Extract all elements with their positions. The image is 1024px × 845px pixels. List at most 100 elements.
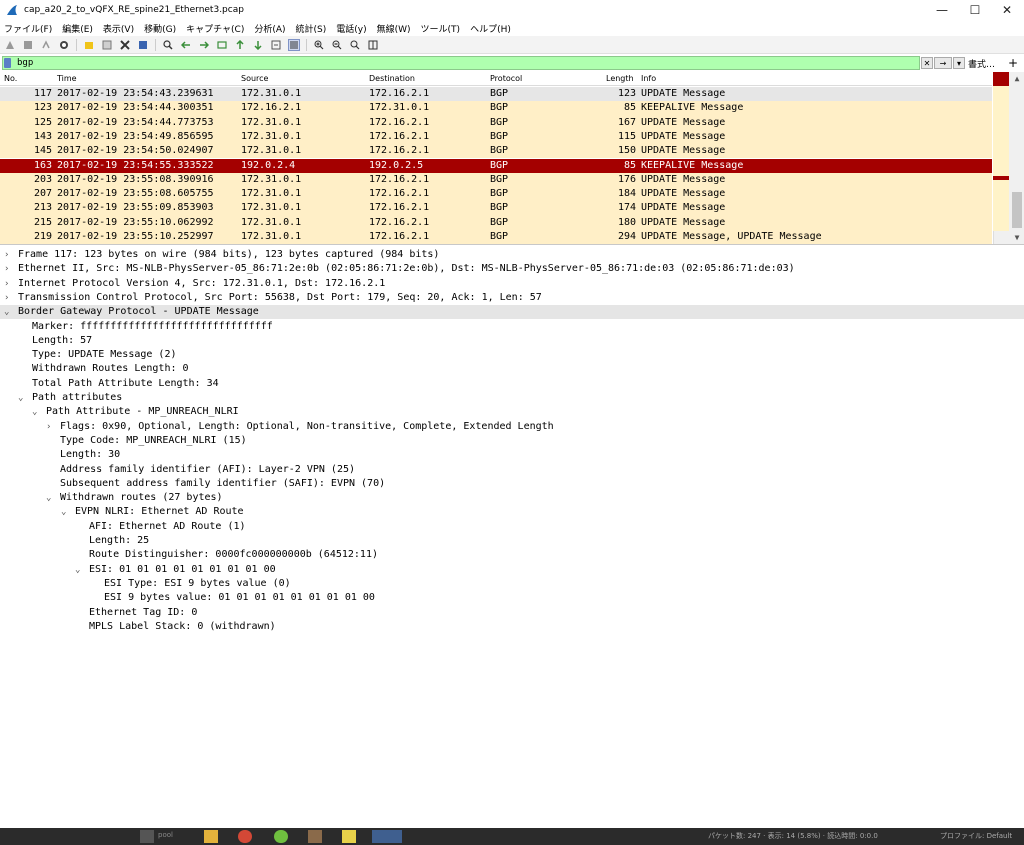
colorize-icon[interactable] xyxy=(288,38,300,51)
detail-tree-item[interactable]: MPLS Label Stack: 0 (withdrawn) xyxy=(0,620,1024,634)
stop-capture-icon[interactable] xyxy=(22,39,34,51)
close-file-icon[interactable] xyxy=(119,39,131,51)
detail-tree-item[interactable]: Route Distinguisher: 0000fc000000000b (6… xyxy=(0,548,1024,562)
app-yellow-icon[interactable] xyxy=(342,830,356,843)
filter-bookmark-icon[interactable] xyxy=(4,58,11,68)
column-header-source[interactable]: Source xyxy=(241,74,268,83)
detail-tree-item[interactable]: ⌄ Path Attribute - MP_UNREACH_NLRI xyxy=(0,405,1024,419)
detail-tree-item[interactable]: ⌄ Withdrawn routes (27 bytes) xyxy=(0,491,1024,505)
column-header-destination[interactable]: Destination xyxy=(369,74,415,83)
restart-capture-icon[interactable] xyxy=(40,39,52,51)
column-header-info[interactable]: Info xyxy=(641,74,656,83)
browser-icon[interactable] xyxy=(238,830,252,843)
menu-view[interactable]: 表示(V) xyxy=(103,22,134,35)
detail-tree-item[interactable]: AFI: Ethernet AD Route (1) xyxy=(0,520,1024,534)
close-button[interactable]: ✕ xyxy=(990,0,1024,20)
save-file-icon[interactable] xyxy=(101,39,113,51)
expand-arrow-icon[interactable]: › xyxy=(46,420,56,434)
packet-row[interactable]: 145 2017-02-19 23:54:50.024907 172.31.0.… xyxy=(0,144,992,159)
packet-row[interactable]: 213 2017-02-19 23:55:09.853903 172.31.0.… xyxy=(0,201,992,216)
resize-columns-icon[interactable] xyxy=(367,39,379,51)
maximize-button[interactable]: ☐ xyxy=(958,0,992,20)
last-packet-icon[interactable] xyxy=(252,39,264,51)
clear-filter-icon[interactable]: ✕ xyxy=(921,57,933,69)
menu-analyze[interactable]: 分析(A) xyxy=(254,22,285,35)
go-to-packet-icon[interactable] xyxy=(216,39,228,51)
detail-tree-item[interactable]: › Internet Protocol Version 4, Src: 172.3… xyxy=(0,277,1024,291)
detail-tree-item[interactable]: Address family identifier (AFI): Layer-2… xyxy=(0,463,1024,477)
detail-tree-item[interactable]: Withdrawn Routes Length: 0 xyxy=(0,362,1024,376)
packet-row[interactable]: 207 2017-02-19 23:55:08.605755 172.31.0.… xyxy=(0,187,992,202)
expand-arrow-icon[interactable]: › xyxy=(4,277,14,291)
collapse-arrow-icon[interactable]: ⌄ xyxy=(46,491,56,505)
packet-row[interactable]: 143 2017-02-19 23:54:49.856595 172.31.0.… xyxy=(0,129,992,145)
detail-tree-item[interactable]: › Ethernet II, Src: MS-NLB-PhysServer-05_… xyxy=(0,262,1024,276)
column-header-no[interactable]: No. xyxy=(4,74,17,83)
first-packet-icon[interactable] xyxy=(234,39,246,51)
collapse-arrow-icon[interactable]: ⌄ xyxy=(4,305,14,319)
display-filter-input[interactable]: bgp xyxy=(2,56,920,70)
zoom-out-icon[interactable] xyxy=(331,39,343,51)
capture-options-icon[interactable] xyxy=(58,39,70,51)
detail-tree-item[interactable]: Subsequent address family identifier (SA… xyxy=(0,477,1024,491)
column-header-time[interactable]: Time xyxy=(57,74,77,83)
menu-edit[interactable]: 編集(E) xyxy=(62,22,93,35)
menu-wireless[interactable]: 無線(W) xyxy=(377,22,411,35)
detail-tree-item[interactable]: Length: 25 xyxy=(0,534,1024,548)
detail-tree-item[interactable]: Type Code: MP_UNREACH_NLRI (15) xyxy=(0,434,1024,448)
detail-tree-item[interactable]: › Transmission Control Protocol, Src Port… xyxy=(0,291,1024,305)
app-green-icon[interactable] xyxy=(274,830,288,843)
detail-tree-item[interactable]: Total Path Attribute Length: 34 xyxy=(0,377,1024,391)
menu-tools[interactable]: ツール(T) xyxy=(421,22,461,35)
detail-tree-item[interactable]: ⌄ ESI: 01 01 01 01 01 01 01 01 00 xyxy=(0,563,1024,577)
open-file-icon[interactable] xyxy=(83,39,95,51)
apply-filter-icon[interactable]: → xyxy=(934,57,952,69)
add-filter-button[interactable]: + xyxy=(1008,56,1018,70)
detail-tree-item[interactable]: Type: UPDATE Message (2) xyxy=(0,348,1024,362)
go-back-icon[interactable] xyxy=(180,39,192,51)
detail-tree-item[interactable]: ESI Type: ESI 9 bytes value (0) xyxy=(0,577,1024,591)
column-header-length[interactable]: Length xyxy=(606,74,634,83)
menu-capture[interactable]: キャプチャ(C) xyxy=(186,22,244,35)
menu-help[interactable]: ヘルプ(H) xyxy=(470,22,511,35)
menu-statistics[interactable]: 統計(S) xyxy=(296,22,327,35)
go-forward-icon[interactable] xyxy=(198,39,210,51)
zoom-in-icon[interactable] xyxy=(313,39,325,51)
detail-tree-item[interactable]: ⌄ Border Gateway Protocol - UPDATE Messag… xyxy=(0,305,1024,320)
packet-row[interactable]: 219 2017-02-19 23:55:10.252997 172.31.0.… xyxy=(0,230,992,244)
filter-expression-button[interactable]: 書式… xyxy=(968,57,995,70)
expand-arrow-icon[interactable]: › xyxy=(4,262,14,276)
collapse-arrow-icon[interactable]: ⌄ xyxy=(75,563,85,577)
detail-tree-item[interactable]: Marker: ffffffffffffffffffffffffffffffff xyxy=(0,320,1024,334)
app-brown-icon[interactable] xyxy=(308,830,322,843)
zoom-reset-icon[interactable] xyxy=(349,39,361,51)
detail-tree-item[interactable]: Length: 30 xyxy=(0,448,1024,462)
detail-tree-item[interactable]: ⌄ EVPN NLRI: Ethernet AD Route xyxy=(0,505,1024,519)
start-capture-icon[interactable] xyxy=(4,39,16,51)
reload-file-icon[interactable] xyxy=(137,39,149,51)
detail-tree-item[interactable]: ESI 9 bytes value: 01 01 01 01 01 01 01 … xyxy=(0,591,1024,605)
packet-row[interactable]: 123 2017-02-19 23:54:44.300351 172.16.2.… xyxy=(0,101,992,116)
packet-row[interactable]: 117 2017-02-19 23:54:43.239631 172.31.0.… xyxy=(0,87,992,102)
folder-icon[interactable] xyxy=(204,830,218,843)
detail-tree-item[interactable]: ⌄ Path attributes xyxy=(0,391,1024,405)
minimize-button[interactable]: — xyxy=(925,0,959,20)
scroll-down-icon[interactable]: ▼ xyxy=(1010,231,1024,244)
packet-row[interactable]: 215 2017-02-19 23:55:10.062992 172.31.0.… xyxy=(0,215,992,230)
detail-tree-item[interactable]: Length: 57 xyxy=(0,334,1024,348)
menu-file[interactable]: ファイル(F) xyxy=(4,22,52,35)
column-header-protocol[interactable]: Protocol xyxy=(490,74,522,83)
menu-telephony[interactable]: 電話(y) xyxy=(336,22,366,35)
taskbar-app-icon[interactable] xyxy=(140,830,154,843)
detail-tree-item[interactable]: Ethernet Tag ID: 0 xyxy=(0,606,1024,620)
find-packet-icon[interactable] xyxy=(162,39,174,51)
packet-row[interactable]: 125 2017-02-19 23:54:44.773753 172.31.0.… xyxy=(0,115,992,130)
wireshark-task-icon[interactable] xyxy=(372,830,402,843)
profile-status[interactable]: プロファイル: Default xyxy=(940,831,1012,841)
detail-tree-item[interactable]: › Frame 117: 123 bytes on wire (984 bits)… xyxy=(0,248,1024,262)
filter-history-dropdown-icon[interactable]: ▾ xyxy=(953,57,965,69)
menu-go[interactable]: 移動(G) xyxy=(144,22,176,35)
collapse-arrow-icon[interactable]: ⌄ xyxy=(18,391,28,405)
collapse-arrow-icon[interactable]: ⌄ xyxy=(61,505,71,519)
scrollbar-thumb[interactable] xyxy=(1012,192,1022,228)
